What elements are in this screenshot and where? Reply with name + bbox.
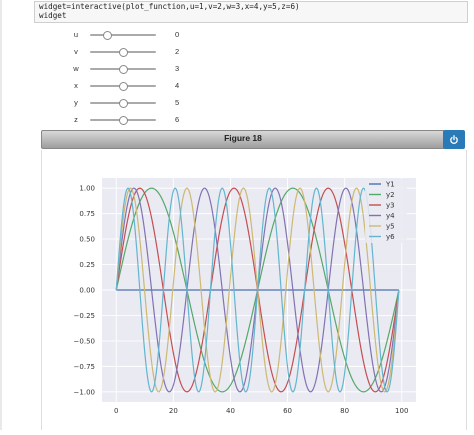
slider-w[interactable] (90, 65, 156, 74)
slider-label: y (74, 98, 78, 107)
x-tick-label: 80 (340, 407, 349, 415)
slider-row-x: x4 (34, 79, 334, 93)
legend-label: y4 (386, 212, 395, 220)
slider-handle[interactable] (119, 116, 128, 125)
slider-row-v: v2 (34, 45, 334, 59)
slider-row-y: y5 (34, 96, 334, 110)
y-tick-label: −0.75 (74, 363, 95, 371)
slider-label: z (74, 115, 78, 124)
legend-label: y5 (386, 223, 395, 231)
y-tick-label: −0.50 (74, 337, 95, 345)
x-tick-label: 0 (114, 407, 118, 415)
y-tick-label: 1.00 (79, 185, 95, 193)
x-tick-label: 20 (169, 407, 178, 415)
notebook-gutter (0, 0, 2, 430)
slider-value: 2 (175, 47, 180, 56)
slider-value: 4 (175, 81, 180, 90)
slider-row-u: u0 (34, 28, 334, 42)
slider-z[interactable] (90, 116, 156, 125)
x-tick-label: 60 (283, 407, 292, 415)
slider-x[interactable] (90, 82, 156, 91)
legend-label: y2 (386, 191, 395, 199)
power-icon (450, 134, 458, 144)
slider-value: 0 (175, 30, 180, 39)
legend-label: y3 (386, 202, 395, 210)
y-tick-label: −1.00 (74, 388, 95, 396)
y-tick-label: 0.25 (79, 261, 95, 269)
y-tick-label: 0.00 (79, 287, 95, 295)
slider-handle[interactable] (102, 31, 112, 40)
y-tick-label: 0.50 (79, 236, 95, 244)
slider-row-z: z6 (34, 113, 334, 127)
code-line-2: widget (39, 11, 67, 20)
x-tick-label: 100 (395, 407, 408, 415)
legend-label: Y1 (385, 181, 395, 189)
figure-toolbar: Figure 18 (41, 130, 445, 149)
slider-u[interactable] (90, 31, 156, 40)
slider-label: w (73, 64, 79, 73)
slider-value: 5 (175, 98, 180, 107)
code-line-1: widget=interactive(plot_function,u=1,v=2… (39, 2, 300, 11)
x-tick-label: 40 (226, 407, 235, 415)
slider-label: u (73, 30, 79, 39)
slider-handle[interactable] (119, 48, 128, 57)
code-cell[interactable]: widget=interactive(plot_function,u=1,v=2… (34, 1, 468, 23)
figure-title: Figure 18 (224, 133, 262, 143)
slider-handle[interactable] (119, 99, 128, 108)
slider-v[interactable] (90, 48, 156, 57)
slider-y[interactable] (90, 99, 156, 108)
figure-canvas[interactable]: 1.00 0.75 0.50 0.25 0.00 −0.25 −0.50 −0.75 −1.00… (41, 150, 467, 430)
slider-label: x (74, 81, 78, 90)
slider-row-w: w3 (34, 62, 334, 76)
slider-value: 3 (175, 64, 180, 73)
slider-label: v (74, 47, 78, 56)
y-tick-label: 0.75 (79, 210, 95, 218)
slider-value: 6 (175, 115, 180, 124)
legend-label: y6 (386, 233, 395, 241)
slider-handle[interactable] (119, 65, 128, 74)
output-area: u0v2w3x4y5z6 Figure 18 1.00 0.75 0.50 0.25 0… (34, 23, 467, 430)
power-button[interactable] (443, 130, 465, 149)
line-chart: 1.00 0.75 0.50 0.25 0.00 −0.25 −0.50 −0.75 −1.00… (74, 178, 416, 415)
y-tick-label: −0.25 (74, 312, 95, 320)
slider-handle[interactable] (119, 82, 128, 91)
